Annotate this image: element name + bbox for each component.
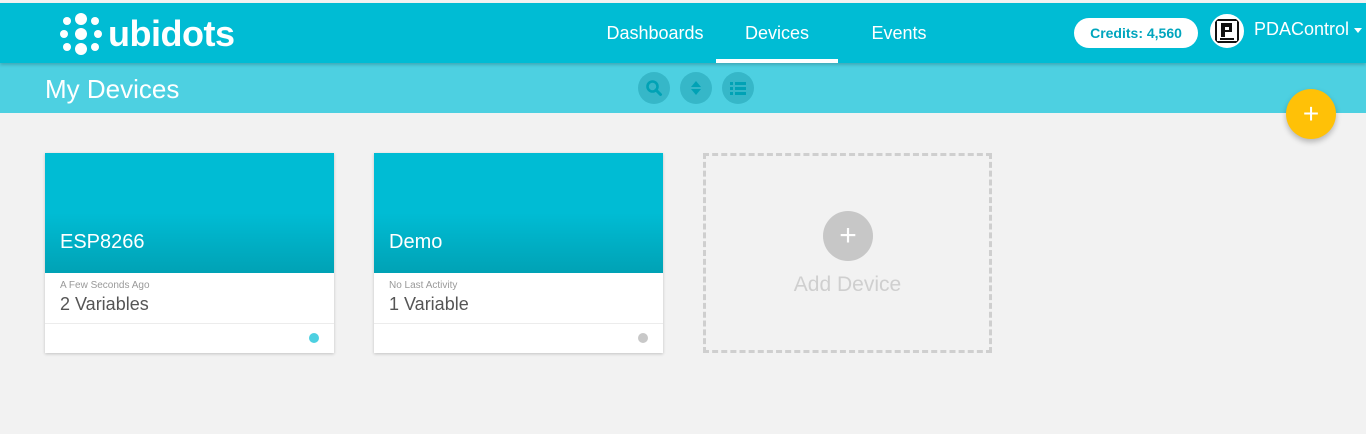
credits-badge[interactable]: Credits: 4,560 [1074, 18, 1198, 48]
list-view-button[interactable] [722, 72, 754, 104]
device-last-activity: No Last Activity [389, 280, 458, 291]
search-button[interactable] [638, 72, 670, 104]
sort-icon [691, 81, 701, 95]
search-icon [646, 80, 662, 96]
top-navbar: ubidots Dashboards Devices Events Credit… [0, 3, 1366, 63]
add-device-label: Add Device [793, 273, 902, 296]
device-card-header: Demo [374, 153, 663, 273]
list-icon [730, 82, 746, 95]
device-variable-count: 1 Variable [389, 294, 469, 314]
main-nav: Dashboards Devices Events [594, 3, 960, 63]
nav-dashboards[interactable]: Dashboards [594, 3, 716, 63]
device-card-esp8266[interactable]: ESP8266 A Few Seconds Ago 2 Variables [45, 153, 334, 353]
username: PDAControl [1254, 19, 1350, 39]
page-header: My Devices [0, 63, 1366, 113]
logo-dots-icon [60, 13, 102, 55]
status-dot-icon [638, 333, 648, 343]
add-fab-button[interactable]: + [1286, 89, 1336, 139]
nav-events[interactable]: Events [838, 3, 960, 63]
ubidots-logo[interactable]: ubidots [60, 13, 235, 55]
user-menu[interactable]: PDAControl [1254, 19, 1363, 40]
page-title: My Devices [45, 74, 180, 104]
device-card-demo[interactable]: Demo No Last Activity 1 Variable [374, 153, 663, 353]
card-divider [374, 323, 663, 324]
device-card-header: ESP8266 [45, 153, 334, 273]
pda-logo-icon [1215, 19, 1239, 43]
nav-devices[interactable]: Devices [716, 3, 838, 63]
device-last-activity: A Few Seconds Ago [60, 280, 150, 291]
status-dot-icon [309, 333, 319, 343]
add-device-plus-icon: + [823, 211, 873, 261]
card-divider [45, 323, 334, 324]
add-device-card[interactable]: + Add Device [703, 153, 992, 353]
device-name: Demo [389, 231, 443, 253]
device-name: ESP8266 [60, 231, 145, 253]
device-variable-count: 2 Variables [60, 294, 149, 314]
logo-wordmark: ubidots [108, 13, 235, 54]
avatar[interactable] [1210, 14, 1244, 48]
caret-down-icon [1354, 28, 1363, 33]
sort-button[interactable] [680, 72, 712, 104]
plus-icon: + [1302, 98, 1320, 129]
